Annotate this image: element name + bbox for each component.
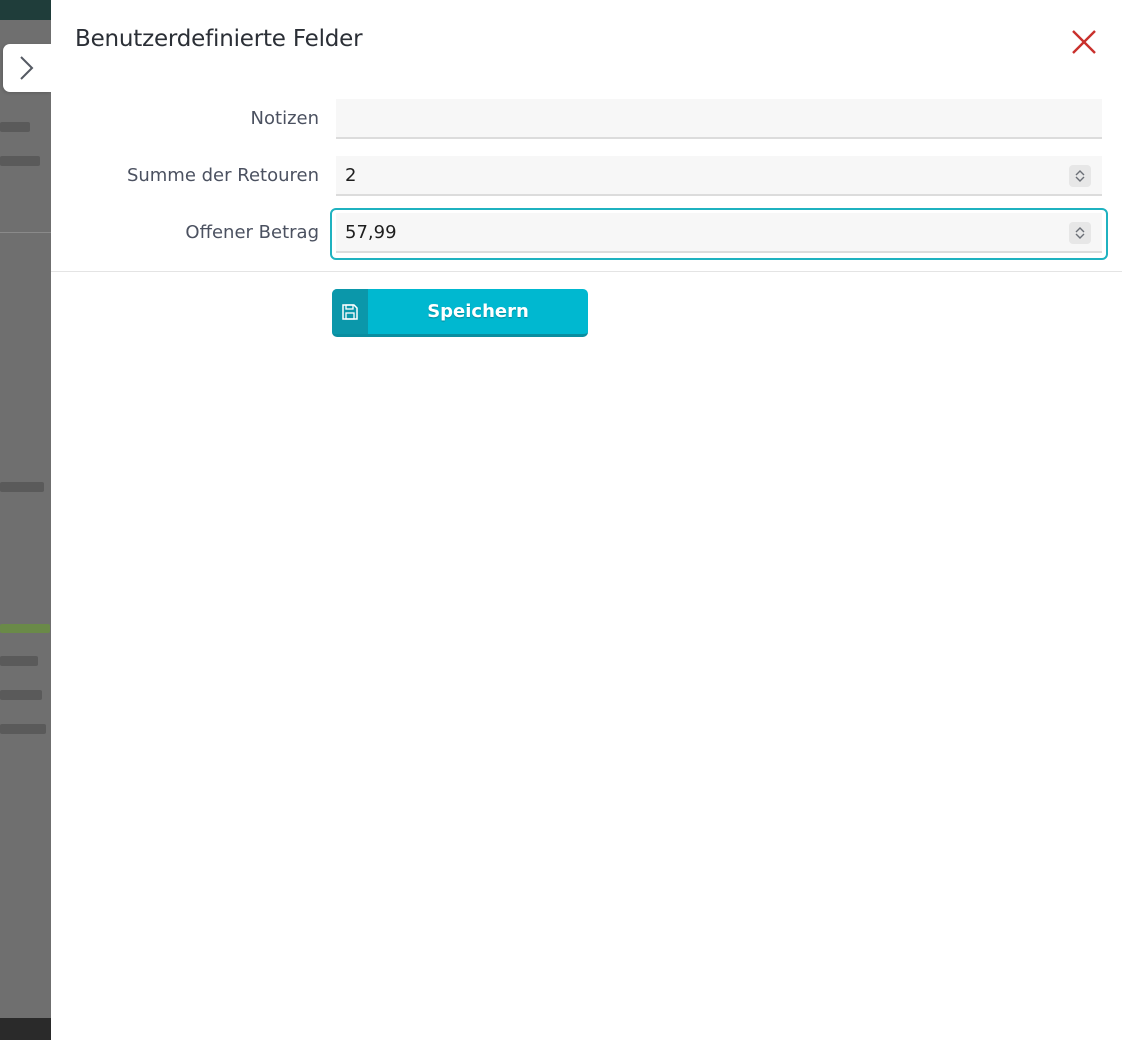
custom-fields-panel: Benutzerdefinierte Felder Notizen Summe … xyxy=(51,0,1122,1040)
number-stepper[interactable] xyxy=(1069,222,1091,244)
chevron-down-icon xyxy=(1075,176,1085,182)
background-text xyxy=(0,122,30,132)
close-button[interactable] xyxy=(1068,26,1100,58)
notizen-input[interactable] xyxy=(336,99,1102,139)
background-bottombar xyxy=(0,1018,51,1040)
chevron-right-icon xyxy=(20,56,34,80)
chevron-down-icon xyxy=(1075,233,1085,239)
background-text xyxy=(0,482,44,492)
panel-title: Benutzerdefinierte Felder xyxy=(75,26,363,52)
background-text xyxy=(0,724,46,734)
chevron-up-icon xyxy=(1075,170,1085,176)
background-text xyxy=(0,656,38,666)
field-label: Offener Betrag xyxy=(185,222,319,243)
field-row-offener-betrag: Offener Betrag xyxy=(51,208,1122,260)
save-button-label: Speichern xyxy=(427,301,529,322)
floppy-disk-icon xyxy=(342,303,358,320)
field-label: Notizen xyxy=(250,108,319,129)
field-row-summe-der-retouren: Summe der Retouren xyxy=(51,156,1122,196)
field-row-notizen: Notizen xyxy=(51,99,1122,139)
save-button[interactable]: Speichern xyxy=(332,289,588,337)
background-divider xyxy=(0,232,51,233)
expand-panel-button[interactable] xyxy=(3,44,51,92)
offener-betrag-input[interactable] xyxy=(336,213,1102,253)
field-label: Summe der Retouren xyxy=(126,165,319,186)
summe-der-retouren-input[interactable] xyxy=(336,156,1102,196)
divider xyxy=(51,271,1122,272)
chevron-up-icon xyxy=(1075,227,1085,233)
background-text xyxy=(0,624,50,633)
save-icon-box xyxy=(332,289,368,334)
background-text xyxy=(0,690,42,700)
background-overlay xyxy=(0,0,51,1040)
background-text xyxy=(0,156,40,166)
close-icon xyxy=(1072,30,1096,54)
background-topbar xyxy=(0,0,51,20)
number-stepper[interactable] xyxy=(1069,165,1091,187)
